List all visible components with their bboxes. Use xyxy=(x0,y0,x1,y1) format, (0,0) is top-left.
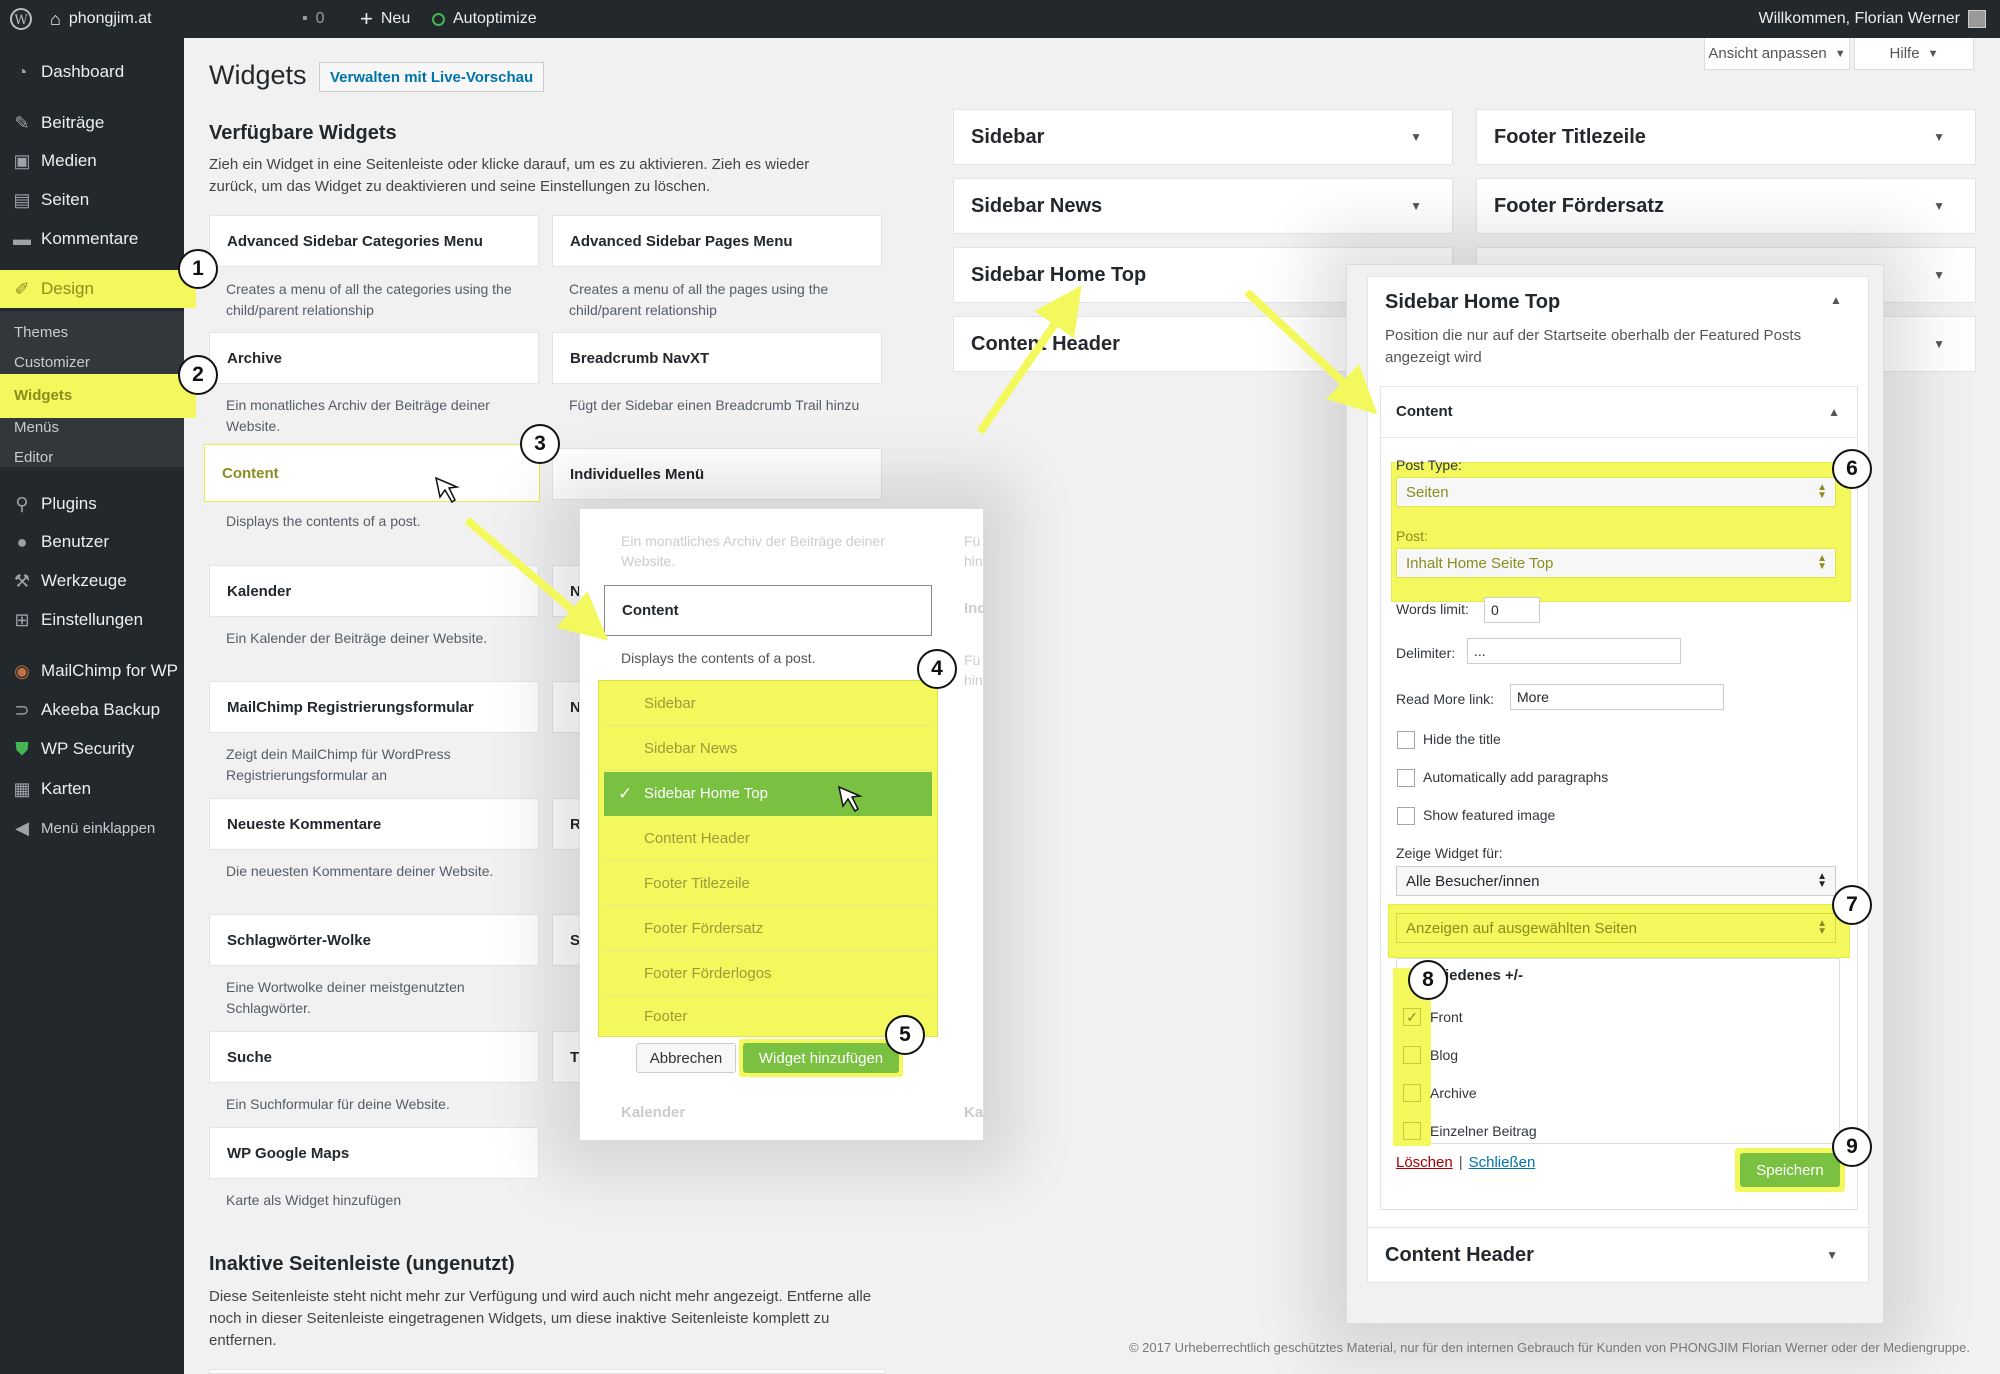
step-8-marker: 8 xyxy=(1408,960,1448,1000)
step-7-marker: 7 xyxy=(1832,885,1872,925)
cursor-icon xyxy=(434,476,460,504)
step-2-marker: 2 xyxy=(178,355,218,395)
arrow-to-popup xyxy=(464,516,609,641)
step-9-marker: 9 xyxy=(1832,1127,1872,1167)
step-4-marker: 4 xyxy=(917,649,957,689)
arrow-to-area xyxy=(976,285,1082,435)
cursor-icon xyxy=(837,785,863,813)
step-6-marker: 6 xyxy=(1832,449,1872,489)
annotation-arrows xyxy=(434,285,1378,813)
arrow-to-panel xyxy=(1244,289,1378,415)
step-1-marker: 1 xyxy=(178,249,218,289)
step-3-marker: 3 xyxy=(520,424,560,464)
step-5-marker: 5 xyxy=(885,1015,925,1055)
